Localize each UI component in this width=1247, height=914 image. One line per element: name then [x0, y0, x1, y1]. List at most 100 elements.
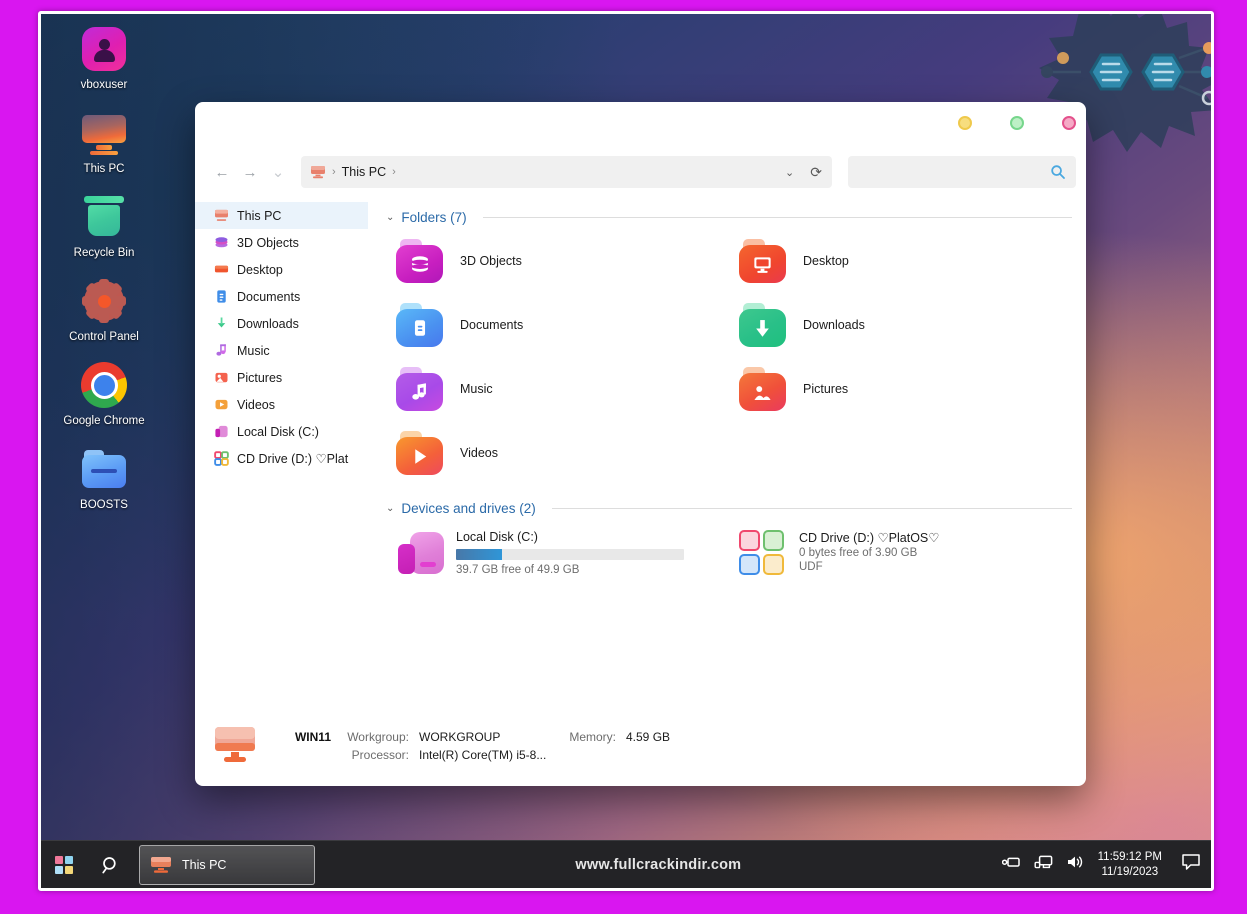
this-pc-icon [150, 856, 172, 874]
search-input[interactable] [858, 165, 1050, 179]
window-controls [958, 116, 1076, 130]
sidebar-item-videos[interactable]: Videos [195, 391, 368, 418]
desktop-icon-control-panel[interactable]: Control Panel [53, 276, 155, 344]
search-icon[interactable] [1050, 164, 1066, 180]
search-box[interactable] [848, 156, 1076, 188]
taskbar-button-label: This PC [182, 858, 226, 872]
taskbar-watermark: www.fullcrackindir.com [315, 857, 1002, 873]
drive-item-local-disk-c[interactable]: Local Disk (C:) 39.7 GB free of 49.9 GB [386, 524, 729, 584]
close-button[interactable] [1062, 116, 1076, 130]
sidebar-item-label: CD Drive (D:) ♡Plat [237, 451, 348, 466]
clock-time: 11:59:12 PM [1098, 850, 1162, 865]
documents-icon [213, 289, 229, 305]
desktop-icon-label: vboxuser [81, 79, 128, 92]
folder-icon-desktop [739, 239, 787, 283]
layers-icon [408, 252, 432, 276]
chevron-down-icon[interactable]: ⌄ [386, 212, 394, 223]
sidebar-item-documents[interactable]: Documents [195, 283, 368, 310]
back-arrow-icon[interactable]: ← [209, 157, 235, 187]
folder-item-pictures[interactable]: Pictures [729, 357, 1072, 421]
workgroup-key: Workgroup: [331, 730, 409, 744]
drive-item-cd-drive-d[interactable]: CD Drive (D:) ♡PlatOS♡ 0 bytes free of 3… [729, 524, 1072, 584]
folder-item-desktop[interactable]: Desktop [729, 229, 1072, 293]
desktop-icon-vboxuser[interactable]: vboxuser [53, 24, 155, 92]
address-bar[interactable]: › This PC › ⌄ ⟳ [301, 156, 832, 188]
window-titlebar[interactable] [195, 102, 1086, 148]
notification-icon[interactable] [1181, 853, 1201, 876]
videos-icon [213, 397, 229, 413]
folder-item-videos[interactable]: Videos [386, 421, 729, 485]
forward-arrow-icon[interactable]: → [237, 157, 263, 187]
desktop-icon-recycle-bin[interactable]: Recycle Bin [53, 192, 155, 260]
control-panel-gear-icon [79, 276, 129, 326]
up-arrow-icon[interactable]: ⌄ [265, 157, 291, 187]
desktop-icon [213, 262, 229, 278]
usb-device-icon[interactable] [1002, 854, 1021, 875]
clock-date: 11/19/2023 [1098, 865, 1162, 880]
desktop-icon-label: Control Panel [69, 331, 139, 344]
desktop-icon-label: Recycle Bin [74, 247, 135, 260]
desktop-icon-boosts[interactable]: BOOSTS [53, 444, 155, 512]
explorer-content: ⌄ Folders (7) [368, 196, 1086, 712]
breadcrumb-separator[interactable]: › [392, 166, 396, 178]
sidebar-item-music[interactable]: Music [195, 337, 368, 364]
chevron-down-icon[interactable]: ⌄ [386, 503, 394, 514]
refresh-icon[interactable]: ⟳ [810, 164, 822, 181]
sidebar-item-3d-objects[interactable]: 3D Objects [195, 229, 368, 256]
document-icon [409, 317, 431, 339]
section-header-devices-and-drives[interactable]: ⌄ Devices and drives (2) [386, 501, 1072, 516]
desktop-icon-this-pc[interactable]: This PC [53, 108, 155, 176]
folder-item-documents[interactable]: Documents [386, 293, 729, 357]
network-icon[interactable] [1034, 854, 1053, 875]
sidebar-item-this-pc[interactable]: This PC [195, 202, 368, 229]
pictures-icon [213, 370, 229, 386]
folder-icon-videos [396, 431, 444, 475]
breadcrumb-separator: › [332, 166, 336, 178]
folder-item-music[interactable]: Music [386, 357, 729, 421]
drive-free-space: 0 bytes free of 3.90 GB [799, 547, 939, 559]
sidebar-item-desktop[interactable]: Desktop [195, 256, 368, 283]
volume-icon[interactable] [1066, 854, 1085, 875]
section-divider [483, 217, 1072, 218]
folder-item-3d-objects[interactable]: 3D Objects [386, 229, 729, 293]
sidebar-item-label: Documents [237, 290, 300, 304]
section-header-folders[interactable]: ⌄ Folders (7) [386, 210, 1072, 225]
taskbar-button-this-pc[interactable]: This PC [139, 845, 315, 885]
sidebar-item-downloads[interactable]: Downloads [195, 310, 368, 337]
folder-label: Music [460, 382, 493, 396]
maximize-button[interactable] [1010, 116, 1024, 130]
drive-free-space: 39.7 GB free of 49.9 GB [456, 564, 684, 576]
folder-icon-documents [396, 303, 444, 347]
taskbar-search-button[interactable] [87, 841, 135, 889]
breadcrumb-item-this-pc[interactable]: This PC [342, 165, 386, 179]
desktop-icon-label: Google Chrome [63, 415, 144, 428]
start-button[interactable] [41, 841, 87, 889]
processor-key: Processor: [331, 748, 409, 762]
chevron-down-icon[interactable]: ⌄ [785, 166, 794, 179]
folder-icon-music [396, 367, 444, 411]
drive-filesystem: UDF [799, 561, 939, 573]
sidebar-item-label: This PC [237, 209, 281, 223]
folder-icon-downloads [739, 303, 787, 347]
folder-label: 3D Objects [460, 254, 522, 268]
sidebar-item-pictures[interactable]: Pictures [195, 364, 368, 391]
monitor-icon [751, 253, 774, 276]
drives-grid: Local Disk (C:) 39.7 GB free of 49.9 GB [386, 524, 1072, 584]
drive-label: CD Drive (D:) ♡PlatOS♡ [799, 530, 939, 545]
desktop-icon-google-chrome[interactable]: Google Chrome [53, 360, 155, 428]
downloads-icon [213, 316, 229, 332]
minimize-button[interactable] [958, 116, 972, 130]
play-icon [408, 445, 431, 468]
navigation-bar: ← → ⌄ › This PC [195, 148, 1086, 196]
folder-item-downloads[interactable]: Downloads [729, 293, 1072, 357]
taskbar-clock[interactable]: 11:59:12 PM 11/19/2023 [1098, 850, 1162, 880]
navigation-sidebar: This PC 3D Objects [195, 196, 368, 712]
sidebar-item-label: Downloads [237, 317, 299, 331]
sidebar-item-local-disk-c[interactable]: Local Disk (C:) [195, 418, 368, 445]
memory-value: 4.59 GB [616, 730, 670, 744]
search-icon [101, 855, 121, 875]
desktop-icon-label: This PC [84, 163, 125, 176]
google-chrome-icon [79, 360, 129, 410]
sidebar-item-cd-drive-d[interactable]: CD Drive (D:) ♡Plat [195, 445, 368, 472]
section-title: Devices and drives (2) [401, 501, 535, 516]
